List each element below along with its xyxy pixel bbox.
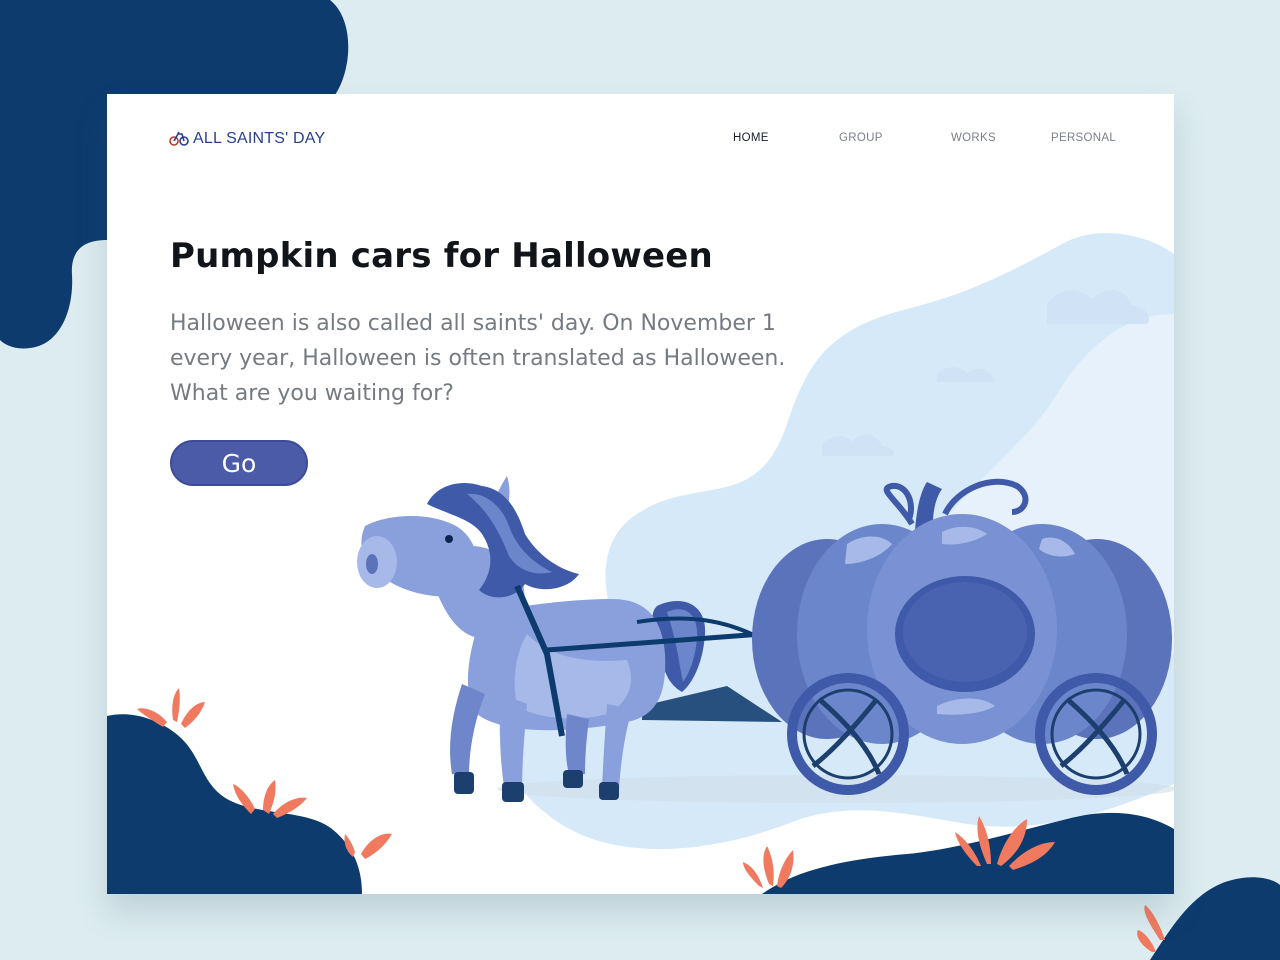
nav-works[interactable]: WORKS [951,132,996,144]
main-nav: HOME GROUP WORKS PERSONAL [107,132,1174,152]
horse-eye [445,535,453,543]
landing-card: ALL SAINTS' DAY HOME GROUP WORKS PERSONA… [107,94,1174,894]
page-title: Pumpkin cars for Halloween [170,236,713,276]
horse-nostril [366,554,378,574]
hero-illustration [107,233,1174,894]
hero-description: Halloween is also called all saints' day… [170,311,786,406]
navy-ground-left [107,714,362,894]
pumpkin-window [903,582,1027,682]
nav-personal[interactable]: PERSONAL [1051,132,1116,144]
go-button[interactable]: Go [170,440,308,486]
nav-home[interactable]: HOME [733,132,769,144]
nav-group[interactable]: GROUP [839,132,883,144]
horse-leg-front-left [450,684,485,776]
